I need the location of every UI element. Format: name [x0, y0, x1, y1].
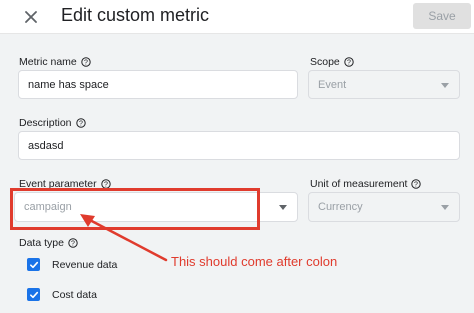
- annotation-text: This should come after colon: [171, 254, 338, 269]
